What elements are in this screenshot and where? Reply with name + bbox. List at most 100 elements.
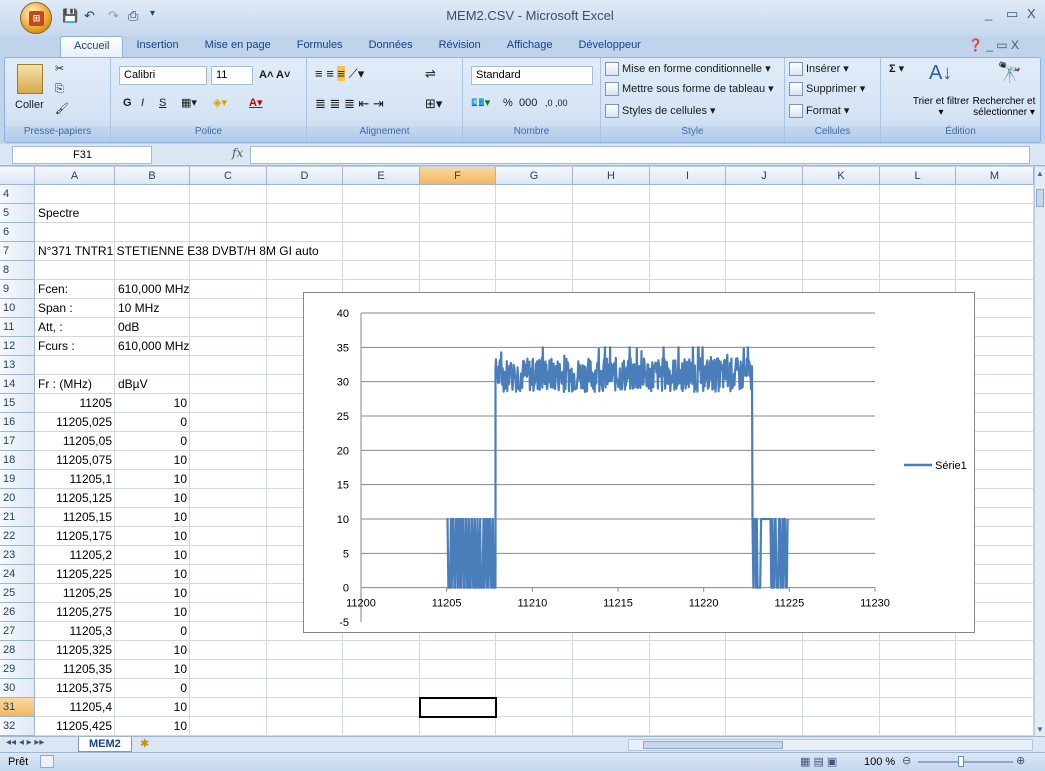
undo-icon[interactable]: ↶: [84, 8, 95, 24]
cell-b27[interactable]: 0: [118, 622, 187, 641]
close-button[interactable]: X: [1027, 6, 1036, 21]
row-header-25[interactable]: 25: [0, 584, 35, 603]
cell-b28[interactable]: 10: [118, 641, 187, 660]
font-color-icon[interactable]: A▾: [249, 94, 262, 113]
zoom-slider-thumb[interactable]: [958, 756, 964, 767]
cell-b31[interactable]: 10: [118, 698, 187, 717]
cell-a10[interactable]: Span :: [38, 299, 73, 318]
format-painter-icon[interactable]: 🖌: [55, 100, 69, 119]
underline-button[interactable]: S: [159, 94, 166, 113]
cell-a5[interactable]: Spectre: [38, 204, 79, 223]
cell-a12[interactable]: Fcurs :: [38, 337, 75, 356]
row-header-8[interactable]: 8: [0, 261, 35, 280]
cell-a25[interactable]: 11205,25: [38, 584, 112, 603]
cell-a28[interactable]: 11205,325: [38, 641, 112, 660]
cell-a7[interactable]: N°371 TNTR1 STETIENNE E38 DVBT/H 8M GI a…: [38, 242, 319, 261]
row-header-18[interactable]: 18: [0, 451, 35, 470]
cell-a21[interactable]: 11205,15: [38, 508, 112, 527]
cell-a30[interactable]: 11205,375: [38, 679, 112, 698]
row-header-10[interactable]: 10: [0, 299, 35, 318]
wrap-text-icon[interactable]: ⇌: [425, 64, 436, 83]
tab-revision[interactable]: Révision: [426, 36, 494, 58]
borders-icon[interactable]: ▦▾: [181, 94, 197, 113]
merge-cells-icon[interactable]: ⊞▾: [425, 94, 442, 113]
cell-b10[interactable]: 10 MHz: [118, 299, 159, 318]
column-header-i[interactable]: I: [650, 167, 726, 185]
cell-a24[interactable]: 11205,225: [38, 565, 112, 584]
decimal-buttons[interactable]: ,0 ,00: [545, 94, 568, 113]
office-button[interactable]: ⊞: [20, 2, 52, 34]
zoom-slider[interactable]: [918, 761, 1013, 763]
column-header-d[interactable]: D: [267, 167, 343, 185]
sort-filter-button[interactable]: Trier et filtrer ▾: [911, 96, 971, 118]
find-icon[interactable]: 🔭: [997, 63, 1022, 83]
row-header-6[interactable]: 6: [0, 223, 35, 242]
row-header-17[interactable]: 17: [0, 432, 35, 451]
row-header-30[interactable]: 30: [0, 679, 35, 698]
column-header-c[interactable]: C: [190, 167, 267, 185]
row-header-27[interactable]: 27: [0, 622, 35, 641]
scroll-thumb[interactable]: [1036, 189, 1044, 207]
row-header-31[interactable]: 31: [0, 698, 35, 717]
tab-developpeur[interactable]: Développeur: [565, 36, 653, 58]
row-header-11[interactable]: 11: [0, 318, 35, 337]
macro-record-icon[interactable]: [40, 755, 54, 768]
row-header-22[interactable]: 22: [0, 527, 35, 546]
cell-a14[interactable]: Fr : (MHz): [38, 375, 92, 394]
cell-b22[interactable]: 10: [118, 527, 187, 546]
cell-b17[interactable]: 0: [118, 432, 187, 451]
tab-mise-en-page[interactable]: Mise en page: [192, 36, 284, 58]
format-as-table-button[interactable]: Mettre sous forme de tableau ▾: [605, 80, 774, 99]
vertical-align-icons[interactable]: ≡ ≡ ≡ ⟋▾: [315, 64, 364, 83]
cell-a20[interactable]: 11205,125: [38, 489, 112, 508]
column-header-g[interactable]: G: [496, 167, 573, 185]
row-header-29[interactable]: 29: [0, 660, 35, 679]
cut-icon[interactable]: ✂: [55, 60, 64, 79]
cell-b11[interactable]: 0dB: [118, 318, 139, 337]
sort-filter-icon[interactable]: A↓: [929, 63, 952, 83]
cell-a18[interactable]: 11205,075: [38, 451, 112, 470]
row-header-20[interactable]: 20: [0, 489, 35, 508]
cell-b25[interactable]: 10: [118, 584, 187, 603]
hscroll-thumb[interactable]: [643, 741, 783, 749]
paste-button[interactable]: Coller: [15, 96, 44, 115]
tab-affichage[interactable]: Affichage: [494, 36, 566, 58]
cell-b12[interactable]: 610,000 MHz: [118, 337, 189, 356]
row-header-4[interactable]: 4: [0, 185, 35, 204]
insert-function-icon[interactable]: fx: [232, 146, 243, 160]
cell-b20[interactable]: 10: [118, 489, 187, 508]
cell-b23[interactable]: 10: [118, 546, 187, 565]
row-header-23[interactable]: 23: [0, 546, 35, 565]
name-box[interactable]: F31: [12, 146, 152, 164]
vertical-scrollbar[interactable]: ▲ ▼: [1034, 167, 1045, 736]
copy-icon[interactable]: ⎘: [55, 80, 64, 99]
tab-formules[interactable]: Formules: [284, 36, 356, 58]
cell-a19[interactable]: 11205,1: [38, 470, 113, 489]
cell-a23[interactable]: 11205,2: [38, 546, 113, 565]
row-header-7[interactable]: 7: [0, 242, 35, 261]
row-header-32[interactable]: 32: [0, 717, 35, 736]
column-header-h[interactable]: H: [573, 167, 650, 185]
tab-accueil[interactable]: Accueil: [60, 36, 124, 58]
sheet-tab-mem2[interactable]: MEM2: [78, 737, 132, 752]
print-icon[interactable]: ⎙: [128, 8, 138, 24]
horizontal-align-icons[interactable]: ≣ ≣ ≣ ⇤ ⇥: [315, 94, 384, 113]
column-header-j[interactable]: J: [726, 167, 803, 185]
row-header-16[interactable]: 16: [0, 413, 35, 432]
font-name-select[interactable]: Calibri: [119, 66, 207, 85]
paste-icon[interactable]: [17, 64, 43, 94]
find-select-button[interactable]: Rechercher et sélectionner ▾: [969, 96, 1039, 118]
format-button[interactable]: Format ▾: [789, 102, 849, 121]
active-cell-f31[interactable]: [419, 697, 497, 718]
column-header-f[interactable]: F: [420, 167, 496, 185]
scroll-up-icon[interactable]: ▲: [1036, 169, 1044, 178]
row-header-24[interactable]: 24: [0, 565, 35, 584]
formula-input[interactable]: [250, 146, 1030, 164]
scroll-down-icon[interactable]: ▼: [1036, 725, 1044, 734]
cell-b14[interactable]: dBµV: [118, 375, 148, 394]
row-header-19[interactable]: 19: [0, 470, 35, 489]
row-header-26[interactable]: 26: [0, 603, 35, 622]
thousands-button[interactable]: 000: [519, 94, 537, 113]
column-header-e[interactable]: E: [343, 167, 420, 185]
bold-button[interactable]: G: [123, 94, 132, 113]
